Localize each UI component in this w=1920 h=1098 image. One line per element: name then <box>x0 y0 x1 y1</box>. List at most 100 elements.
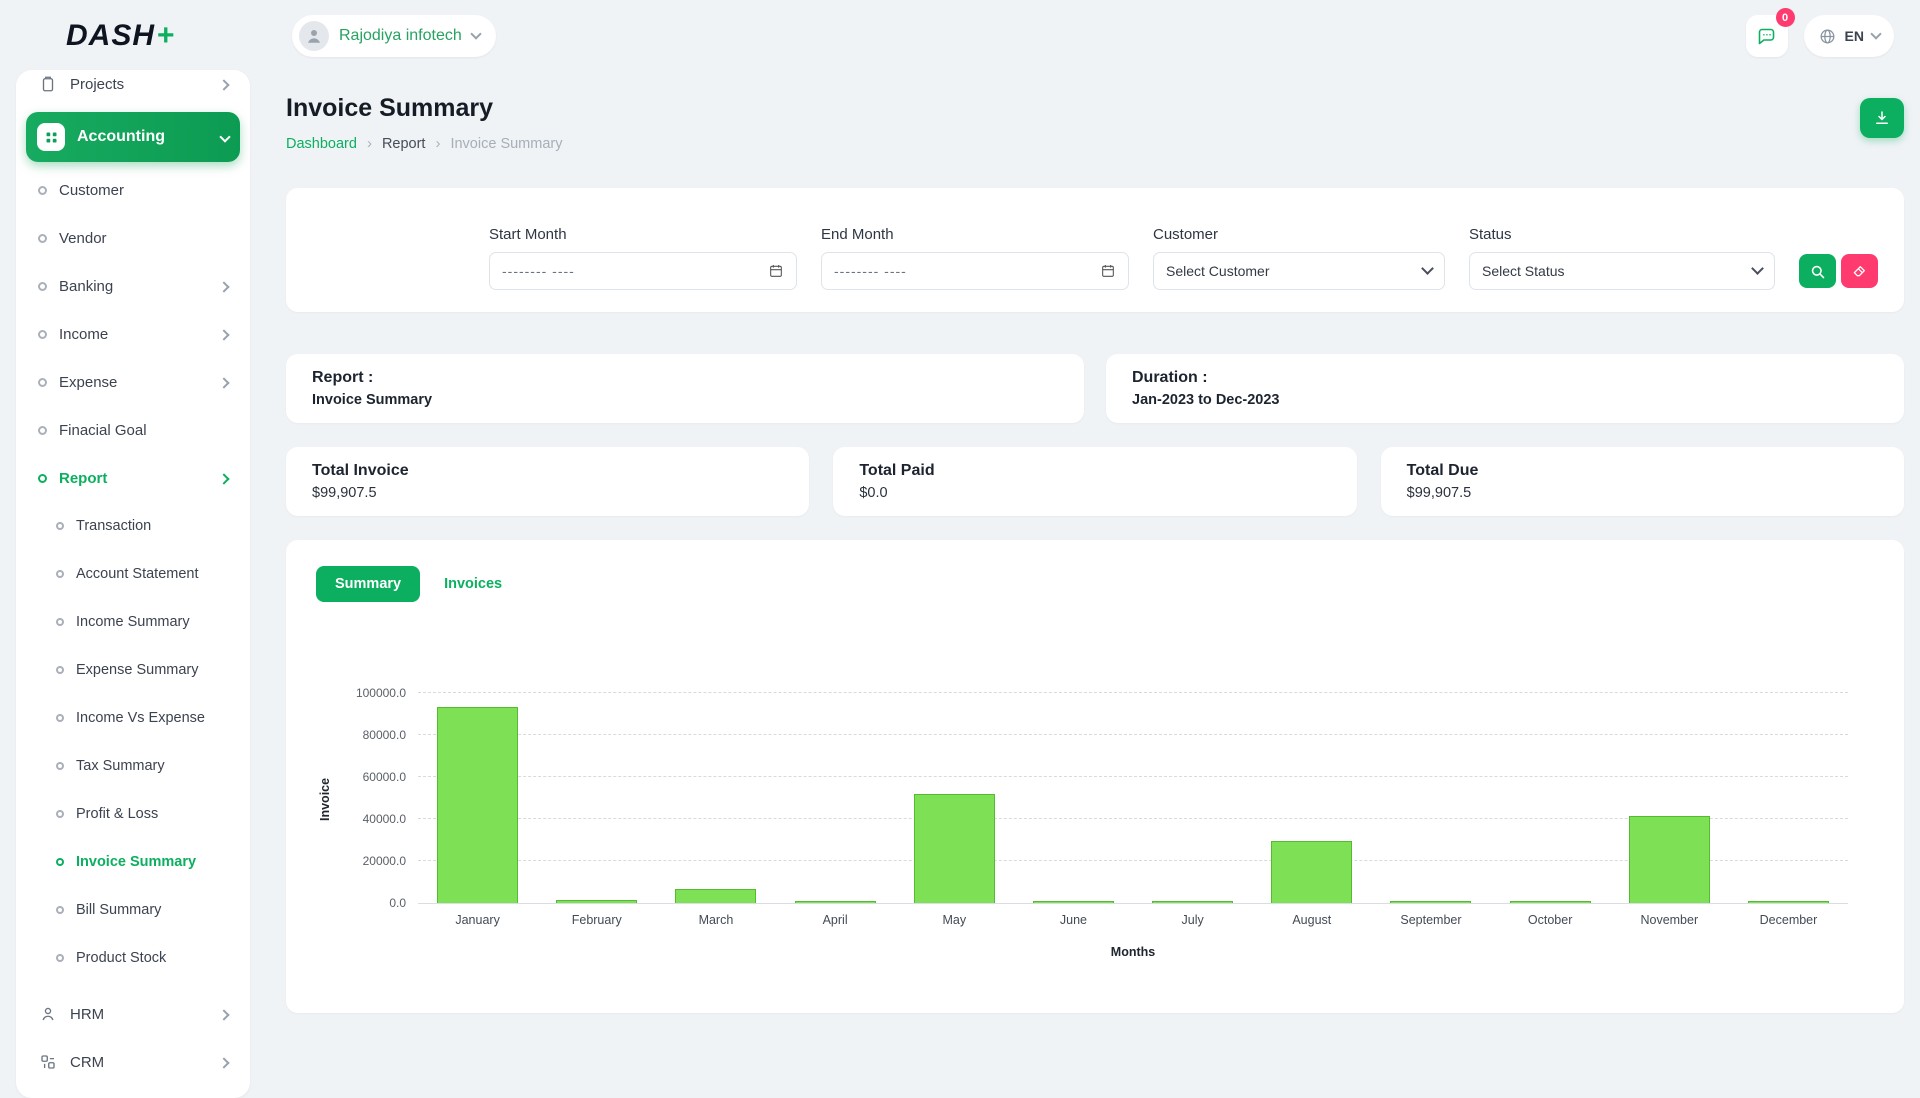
sidebar-subitem-income-summary[interactable]: Income Summary <box>26 598 240 646</box>
sidebar-item-label: Accounting <box>77 128 165 146</box>
x-tick-label: February <box>537 913 656 927</box>
sidebar-item-customer[interactable]: Customer <box>26 166 240 214</box>
bullet-icon <box>38 330 47 339</box>
projects-icon <box>38 74 58 94</box>
sidebar-subitem-label: Expense Summary <box>76 662 199 678</box>
tab-summary[interactable]: Summary <box>316 566 420 602</box>
bullet-icon <box>56 858 64 866</box>
reset-filter-button[interactable] <box>1841 254 1878 288</box>
bullet-icon <box>56 810 64 818</box>
y-tick-label: 80000.0 <box>363 728 406 742</box>
sidebar-item-label: Income <box>59 326 108 343</box>
breadcrumb-separator: › <box>367 135 372 152</box>
total-invoice-label: Total Invoice <box>312 462 783 480</box>
sidebar-subitem-tax-summary[interactable]: Tax Summary <box>26 742 240 790</box>
sidebar-subitem-invoice-summary[interactable]: Invoice Summary <box>26 838 240 886</box>
messages-button[interactable]: 0 <box>1746 15 1788 57</box>
end-month-value: -------- ---- <box>834 263 907 279</box>
x-tick-label: August <box>1252 913 1371 927</box>
chevron-spacer <box>220 374 228 391</box>
sidebar-item-report[interactable]: Report <box>26 454 240 502</box>
chevron-right-icon <box>218 281 229 292</box>
bar-december <box>1748 901 1829 903</box>
company-name: Rajodiya infotech <box>339 27 462 45</box>
sidebar-subitem-product-stock[interactable]: Product Stock <box>26 934 240 982</box>
report-value: Invoice Summary <box>312 392 1058 408</box>
sidebar-item-crm[interactable]: CRM <box>26 1038 240 1086</box>
eraser-icon <box>1852 263 1868 279</box>
top-header: DASH+ Rajodiya infotech 0 EN <box>0 0 1920 72</box>
start-month-label: Start Month <box>489 226 797 243</box>
crm-icon <box>38 1052 58 1072</box>
start-month-value: -------- ---- <box>502 263 575 279</box>
sidebar-subitem-label: Profit & Loss <box>76 806 158 822</box>
breadcrumb-separator: › <box>435 135 440 152</box>
chevron-right-icon <box>218 329 229 340</box>
bar-slot <box>656 694 775 903</box>
sidebar-item-expense[interactable]: Expense <box>26 358 240 406</box>
filter-buttons <box>1799 254 1878 288</box>
breadcrumb-report[interactable]: Report <box>382 136 426 152</box>
bar-slot <box>1371 694 1490 903</box>
sidebar-item-finacial-goal[interactable]: Finacial Goal <box>26 406 240 454</box>
chevron-right-icon <box>218 79 229 90</box>
breadcrumb-current: Invoice Summary <box>450 136 562 152</box>
report-info-card: Report : Invoice Summary <box>286 354 1084 423</box>
sidebar-subitem-expense-summary[interactable]: Expense Summary <box>26 646 240 694</box>
chart-tabs: Summary Invoices <box>316 566 1874 602</box>
calendar-icon <box>768 263 784 279</box>
customer-select[interactable]: Select Customer <box>1153 252 1445 290</box>
language-selector[interactable]: EN <box>1804 15 1894 57</box>
chevron-down-icon <box>1751 262 1764 275</box>
stat-row: Total Invoice $99,907.5 Total Paid $0.0 … <box>286 447 1904 516</box>
bullet-icon <box>38 474 47 483</box>
sidebar-subitem-bill-summary[interactable]: Bill Summary <box>26 886 240 934</box>
chevron-spacer <box>220 76 228 93</box>
duration-label: Duration : <box>1132 369 1878 387</box>
sidebar-item-income[interactable]: Income <box>26 310 240 358</box>
sidebar-subitem-account-statement[interactable]: Account Statement <box>26 550 240 598</box>
chevron-spacer <box>220 470 228 487</box>
page-header: Invoice Summary Dashboard › Report › Inv… <box>286 94 1904 152</box>
breadcrumb-dashboard[interactable]: Dashboard <box>286 136 357 152</box>
sidebar-item-label: Vendor <box>59 230 107 247</box>
sidebar: Projects Accounting Customer Vendor Banking I… <box>16 70 250 1098</box>
chevron-down-icon <box>219 131 230 142</box>
sidebar-item-vendor[interactable]: Vendor <box>26 214 240 262</box>
sidebar-subitem-label: Tax Summary <box>76 758 165 774</box>
sidebar-item-label: Customer <box>59 182 124 199</box>
download-button[interactable] <box>1860 98 1904 138</box>
sidebar-subitem-label: Product Stock <box>76 950 166 966</box>
total-due-label: Total Due <box>1407 462 1878 480</box>
chat-icon <box>1756 26 1777 47</box>
plot-area: 0.020000.040000.060000.080000.0100000.0 <box>418 694 1848 904</box>
sidebar-item-hrm[interactable]: HRM <box>26 990 240 1038</box>
chevron-down-icon <box>470 28 481 39</box>
brand-logo[interactable]: DASH+ <box>66 19 256 53</box>
bullet-icon <box>38 186 47 195</box>
sidebar-item-label: Banking <box>59 278 113 295</box>
x-tick-label: July <box>1133 913 1252 927</box>
company-selector[interactable]: Rajodiya infotech <box>292 15 496 57</box>
sidebar-item-banking[interactable]: Banking <box>26 262 240 310</box>
main-content: Invoice Summary Dashboard › Report › Inv… <box>286 72 1904 1013</box>
end-month-input[interactable]: -------- ---- <box>821 252 1129 290</box>
start-month-input[interactable]: -------- ---- <box>489 252 797 290</box>
plot-column: 0.020000.040000.060000.080000.0100000.0 … <box>418 694 1848 959</box>
sidebar-item-projects[interactable]: Projects <box>26 70 240 108</box>
chevron-spacer <box>220 1054 228 1071</box>
bar-january <box>437 707 518 903</box>
sidebar-subitem-label: Invoice Summary <box>76 854 196 870</box>
total-due-card: Total Due $99,907.5 <box>1381 447 1904 516</box>
total-paid-card: Total Paid $0.0 <box>833 447 1356 516</box>
total-paid-label: Total Paid <box>859 462 1330 480</box>
status-select[interactable]: Select Status <box>1469 252 1775 290</box>
chevron-right-icon <box>218 1009 229 1020</box>
sidebar-subitem-income-vs-expense[interactable]: Income Vs Expense <box>26 694 240 742</box>
sidebar-subitem-transaction[interactable]: Transaction <box>26 502 240 550</box>
sidebar-subitem-profit-loss[interactable]: Profit & Loss <box>26 790 240 838</box>
sidebar-item-label: HRM <box>70 1006 104 1023</box>
apply-filter-button[interactable] <box>1799 254 1836 288</box>
tab-invoices[interactable]: Invoices <box>444 576 502 592</box>
sidebar-item-accounting[interactable]: Accounting <box>26 112 240 162</box>
